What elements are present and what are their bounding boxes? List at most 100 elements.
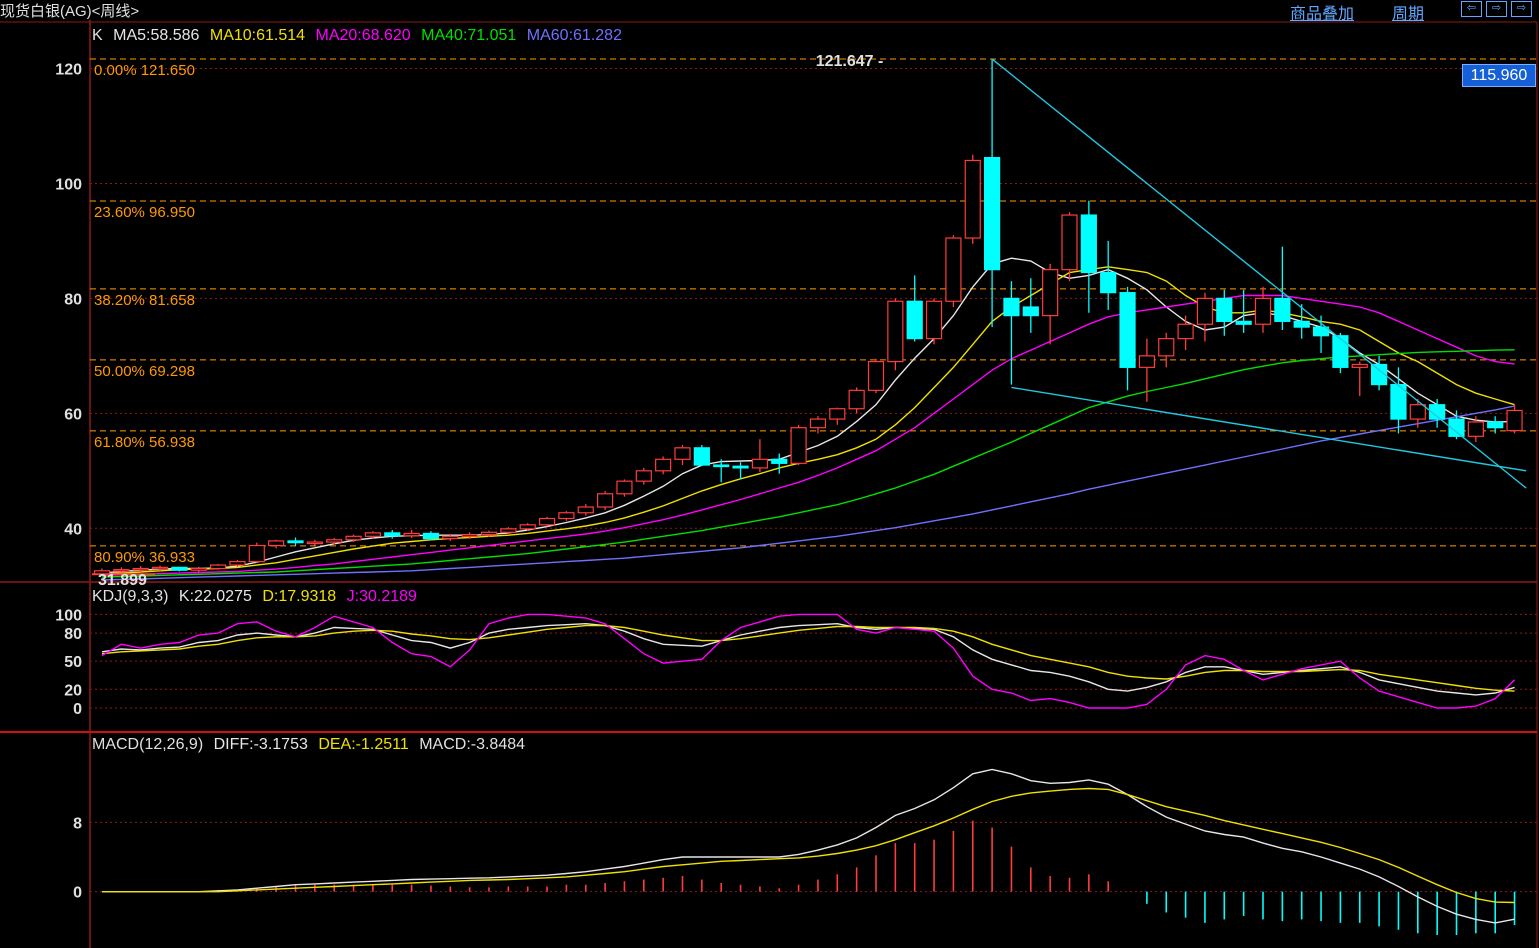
candle-up — [635, 467, 652, 485]
candle-up — [190, 566, 207, 572]
trendlines: 121.647 - 31.899 — [92, 53, 1527, 589]
price-tick-label: 80 — [64, 291, 82, 308]
candle-up — [674, 444, 691, 466]
fib-level-label: 0.00% 121.650 — [94, 62, 195, 79]
candle-body — [596, 493, 614, 508]
macd-macd-value: MACD:-3.8484 — [419, 736, 526, 753]
candle-body — [345, 535, 362, 541]
macd-tick-label: 0 — [73, 885, 82, 902]
period-link[interactable]: 周期 — [1392, 0, 1424, 24]
candle-down — [1080, 200, 1097, 313]
candle-down — [1448, 410, 1465, 440]
candle-body — [268, 540, 285, 547]
candle-body — [1293, 320, 1310, 328]
candle-down — [1003, 281, 1020, 385]
candle-body — [1042, 269, 1059, 317]
candle-body — [790, 427, 807, 464]
kdj-line-k — [101, 622, 1515, 696]
candle-up — [829, 407, 846, 425]
macd-dea-value: DEA:-1.2511 — [318, 736, 409, 753]
candle-body — [384, 532, 401, 537]
candle-down — [771, 453, 788, 474]
candle-down — [1216, 289, 1233, 336]
main-legend: K MA5:58.586 MA10:61.514 MA20:68.620 MA4… — [92, 27, 628, 45]
grid-layer — [0, 20, 1538, 948]
fib-level-label: 23.60% 96.950 — [94, 204, 195, 221]
candle-down — [983, 59, 1001, 328]
high-annotation: 121.647 - — [816, 53, 884, 70]
candle-body — [1467, 421, 1484, 437]
price-tick-label: 100 — [55, 176, 82, 193]
candle-up — [1177, 315, 1194, 351]
candle-body — [1235, 320, 1252, 325]
candle-down — [1022, 278, 1039, 333]
candle-body — [1312, 326, 1330, 337]
legend-ma10: MA10:61.514 — [209, 27, 306, 44]
kdj-line-d — [101, 624, 1515, 692]
candle-up — [1196, 292, 1214, 342]
legend-ma5: MA5:58.586 — [113, 27, 200, 44]
candle-body — [983, 156, 1001, 271]
candle-down — [693, 444, 710, 467]
moving-averages — [101, 257, 1515, 581]
candle-down — [1390, 367, 1407, 434]
candle-body — [1274, 297, 1291, 322]
candle-body — [1409, 404, 1426, 420]
candle-body — [519, 524, 536, 530]
candle-body — [887, 300, 904, 363]
fib-level-label: 50.00% 69.298 — [94, 363, 195, 380]
macd-line-diff — [102, 768, 1515, 924]
legend-k: K — [92, 27, 103, 44]
current-price-tag: 115.960 — [1462, 64, 1536, 87]
price-tick-label: 40 — [64, 521, 82, 538]
candle-body — [1351, 363, 1368, 368]
candle-body — [829, 408, 846, 420]
candle-down — [1312, 315, 1330, 353]
candle-body — [210, 564, 227, 570]
kdj-d-value: D:17.9318 — [262, 588, 337, 605]
candle-up — [655, 456, 672, 475]
candle-body — [190, 567, 207, 571]
nav-end-button[interactable]: ⇨ — [1511, 1, 1532, 17]
macd-panel — [102, 768, 1516, 935]
candle-down — [287, 537, 304, 546]
candle-down — [1293, 304, 1310, 339]
kdj-tick-label: 100 — [55, 607, 82, 624]
ma-line-ma10 — [101, 266, 1515, 575]
candle-up — [616, 479, 633, 497]
kdj-line-j — [101, 613, 1516, 709]
chart-title: 现货白银(AG)<周线> — [0, 3, 140, 20]
candle-body — [248, 544, 265, 563]
candle-body — [577, 506, 594, 514]
macd-line-dea — [102, 787, 1515, 904]
overlay-commodity-link[interactable]: 商品叠加 — [1290, 0, 1354, 24]
price-tick-label: 120 — [55, 61, 82, 78]
candle-down — [171, 566, 188, 572]
candle-up — [945, 235, 962, 308]
candle-body — [848, 389, 865, 410]
ma-line-ma60 — [101, 405, 1515, 581]
candle-up — [1254, 286, 1272, 333]
candle-up — [1061, 212, 1078, 282]
candle-body — [326, 539, 343, 543]
macd-name: MACD(12,26,9) — [92, 736, 204, 753]
y-axis-labels: 40 60 80 100 120 0 20 50 80 100 0 8 — [55, 61, 82, 901]
candle-up — [1042, 263, 1059, 345]
candle-up — [790, 424, 807, 466]
nav-right-button[interactable]: ⇨ — [1486, 1, 1507, 17]
candle-up — [596, 490, 614, 510]
macd-tick-label: 8 — [73, 815, 82, 832]
kdj-legend: KDJ(9,3,3) K:22.0275 D:17.9318 J:30.2189 — [92, 588, 423, 606]
trendline — [991, 58, 1527, 489]
candle-up — [306, 539, 323, 546]
price-tick-label: 60 — [64, 406, 82, 423]
kdj-panel — [101, 613, 1516, 709]
nav-left-button[interactable]: ⇦ — [1461, 1, 1482, 17]
kdj-k-value: K:22.0275 — [178, 588, 252, 605]
candle-up — [964, 154, 981, 244]
candle-body — [1022, 306, 1039, 317]
candle-up — [1158, 332, 1175, 368]
candle-body — [306, 541, 323, 545]
candle-body — [925, 300, 943, 340]
candle-body — [1506, 409, 1523, 432]
